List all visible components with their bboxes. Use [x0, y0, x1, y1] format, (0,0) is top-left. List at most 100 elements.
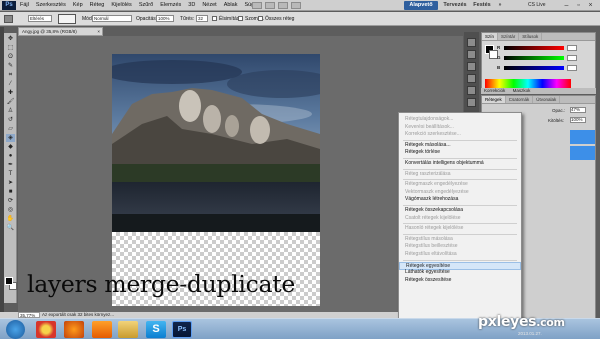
foreground-color-swatch[interactable]: [5, 277, 13, 285]
move-tool-icon[interactable]: ✥: [6, 35, 15, 43]
close-icon[interactable]: ×: [586, 1, 595, 10]
b-slider[interactable]: [504, 66, 564, 70]
hand-tool-icon[interactable]: ✋: [6, 215, 15, 223]
dodge-tool-icon[interactable]: ●: [6, 152, 15, 160]
minibridge-icon[interactable]: [265, 2, 275, 9]
photoshop-taskbar-icon[interactable]: Ps: [172, 321, 192, 338]
character-panel-icon[interactable]: [467, 86, 476, 95]
clone-stamp-tool-icon[interactable]: ♙: [6, 107, 15, 115]
vlc-icon[interactable]: [92, 321, 112, 338]
color-spectrum[interactable]: [485, 79, 571, 88]
mode-select[interactable]: Normál: [92, 15, 132, 22]
context-menu-item[interactable]: Rétegek törlése: [399, 149, 521, 156]
minimize-icon[interactable]: –: [562, 1, 571, 10]
healing-tool-icon[interactable]: ✚: [6, 89, 15, 97]
tab-layers[interactable]: Rétegek: [482, 96, 506, 103]
paint-bucket-tool-icon[interactable]: ◈: [6, 134, 15, 142]
menu-separator: [403, 205, 517, 206]
menu-file[interactable]: Fájl: [20, 0, 29, 11]
tab-masks[interactable]: Maszkok: [510, 88, 534, 93]
antialias-checkbox[interactable]: [212, 16, 217, 21]
firefox-icon[interactable]: [64, 321, 84, 338]
type-tool-icon[interactable]: T: [6, 170, 15, 178]
shape-tool-icon[interactable]: ■: [6, 188, 15, 196]
layer-opacity-input[interactable]: 47%: [570, 107, 586, 113]
close-document-icon[interactable]: ×: [97, 28, 100, 36]
menu-filter[interactable]: Szűrő: [139, 0, 153, 11]
layer-row-selected[interactable]: [570, 146, 595, 160]
brush-tool-icon[interactable]: 🖌: [6, 98, 15, 106]
menu-select[interactable]: Kijelölés: [111, 0, 131, 11]
eyedropper-tool-icon[interactable]: ⁄: [6, 80, 15, 88]
skype-icon[interactable]: S: [146, 321, 166, 338]
opacity-input[interactable]: 100%: [156, 15, 174, 22]
arrange-icon[interactable]: [291, 2, 301, 9]
fill-source-select[interactable]: Eltérés: [28, 15, 52, 22]
pen-tool-icon[interactable]: ✒: [6, 161, 15, 169]
workspace-more-icon[interactable]: »: [496, 1, 504, 10]
menu-window[interactable]: Ablak: [224, 0, 238, 11]
context-menu-item[interactable]: Rétegek összesítése: [399, 277, 521, 284]
b-value[interactable]: [567, 65, 577, 71]
pattern-swatch[interactable]: [58, 14, 76, 24]
lasso-tool-icon[interactable]: ʘ: [6, 53, 15, 61]
menu-edit[interactable]: Szerkesztés: [36, 0, 66, 11]
context-menu-item[interactable]: Rétegek összekapcsolása: [399, 207, 521, 214]
zoom-level-icon[interactable]: [278, 2, 288, 9]
layer-row-selected[interactable]: [570, 130, 595, 144]
zoom-tool-icon[interactable]: 🔍: [6, 224, 15, 232]
brush-panel-icon[interactable]: [467, 62, 476, 71]
tab-swatches[interactable]: Színtár: [498, 33, 520, 40]
menu-layer[interactable]: Réteg: [90, 0, 105, 11]
menu-3d[interactable]: 3D: [188, 0, 195, 11]
eraser-tool-icon[interactable]: ▱: [6, 125, 15, 133]
tab-color[interactable]: Szín: [482, 33, 499, 40]
workspace-essentials[interactable]: Alapvető: [404, 1, 438, 10]
history-panel-icon[interactable]: [467, 38, 476, 47]
context-menu-item[interactable]: Konvertálás intelligens objektummá: [399, 160, 521, 167]
layer-fill-input[interactable]: 100%: [570, 117, 586, 123]
restore-icon[interactable]: ▫: [574, 1, 583, 10]
menu-separator: [403, 139, 517, 141]
crop-tool-icon[interactable]: ⌗: [6, 71, 15, 79]
tab-paths[interactable]: Útvonalak: [533, 96, 561, 103]
3d-camera-tool-icon[interactable]: ◎: [6, 206, 15, 214]
tab-adjustments[interactable]: Korrekciók: [481, 88, 508, 93]
document-tab[interactable]: Angy.jpg @ 35,8% (RGB/8) ×: [18, 27, 103, 36]
blur-tool-icon[interactable]: ◆: [6, 143, 15, 151]
context-menu-item[interactable]: Vágómaszk létrehozása: [399, 196, 521, 203]
color-panel: Szín Színtár Stílusok R G B: [481, 32, 596, 92]
context-menu-item: Rétegstílus eltávolítása: [405, 251, 457, 257]
marquee-tool-icon[interactable]: ⬚: [6, 44, 15, 52]
g-value[interactable]: [567, 55, 577, 61]
folder-icon[interactable]: [118, 321, 138, 338]
tolerance-input[interactable]: 32: [196, 15, 208, 22]
cs-live-button[interactable]: CS Live: [528, 1, 558, 10]
context-menu-item[interactable]: Láthatók egyesítése: [399, 269, 521, 276]
all-layers-checkbox[interactable]: [258, 16, 263, 21]
context-menu-item[interactable]: Rétegek másolása...: [399, 142, 521, 149]
bridge-icon[interactable]: [252, 2, 262, 9]
workspace-design[interactable]: Tervezés: [440, 1, 470, 10]
context-menu-item: Rétegmaszk engedélyezése: [405, 181, 468, 188]
menu-view[interactable]: Nézet: [202, 0, 216, 11]
r-slider[interactable]: [504, 46, 564, 50]
clone-source-panel-icon[interactable]: [467, 74, 476, 83]
menu-image[interactable]: Kép: [73, 0, 83, 11]
tab-channels[interactable]: Csatornák: [506, 96, 534, 103]
tab-styles[interactable]: Stílusok: [519, 33, 543, 40]
workspace-painting[interactable]: Festés: [470, 1, 494, 10]
paragraph-panel-icon[interactable]: [467, 98, 476, 107]
quick-select-tool-icon[interactable]: ✎: [6, 62, 15, 70]
3d-rotate-tool-icon[interactable]: ⟳: [6, 197, 15, 205]
chrome-icon[interactable]: [36, 321, 56, 338]
paint-bucket-preset-icon[interactable]: [4, 15, 13, 23]
menu-analysis[interactable]: Elemzés: [160, 0, 181, 11]
history-brush-tool-icon[interactable]: ↺: [6, 116, 15, 124]
r-value[interactable]: [567, 45, 577, 51]
start-button-icon[interactable]: [6, 320, 25, 339]
g-slider[interactable]: [504, 56, 564, 60]
contiguous-checkbox[interactable]: [238, 16, 243, 21]
path-select-tool-icon[interactable]: ➤: [6, 179, 15, 187]
info-panel-icon[interactable]: [467, 50, 476, 59]
